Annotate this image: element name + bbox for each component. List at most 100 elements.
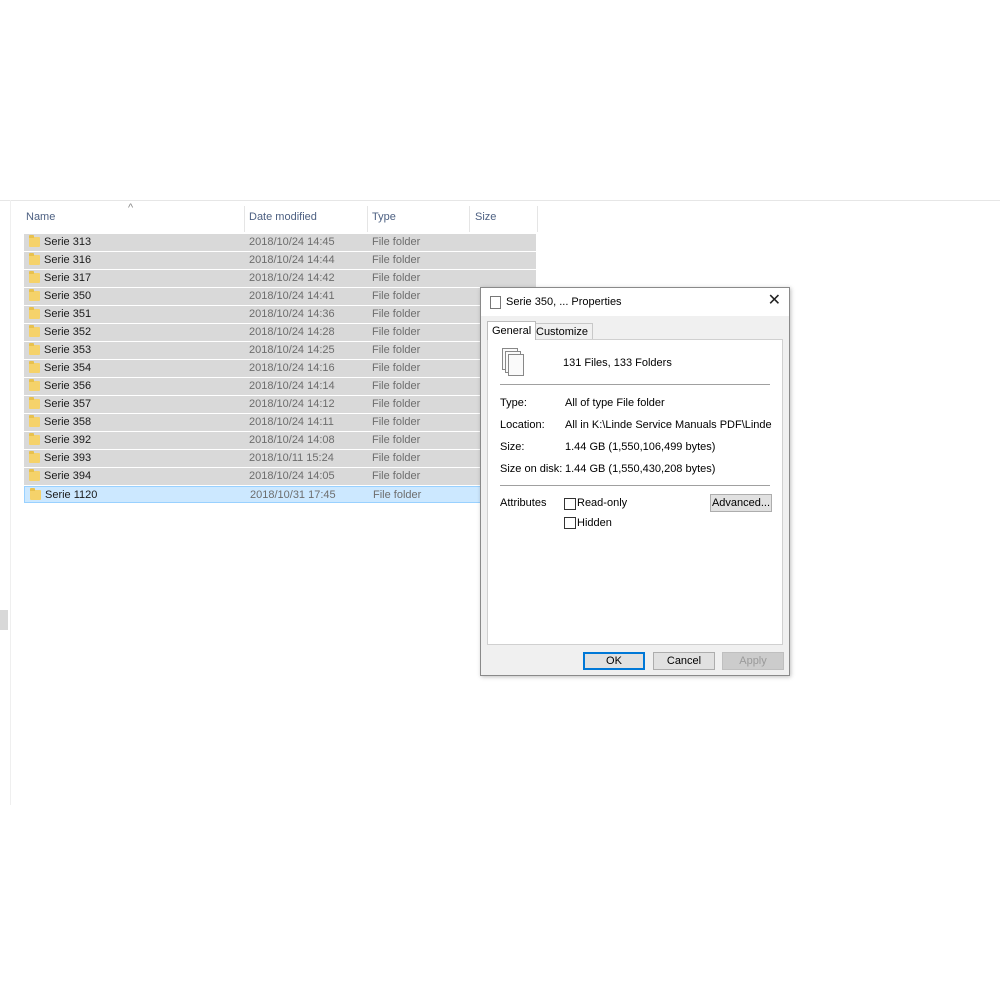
folder-icon: [30, 488, 41, 500]
row-name: Serie 313: [44, 236, 92, 248]
row-name: Serie 356: [44, 380, 92, 392]
ok-button[interactable]: OK: [583, 652, 645, 670]
row-name: Serie 317: [44, 272, 92, 284]
column-header-name[interactable]: Name: [26, 210, 55, 232]
row-name: Serie 354: [44, 362, 92, 374]
row-type: File folder: [373, 489, 422, 501]
table-row[interactable]: Serie 356 2018/10/24 14:14 File folder: [24, 378, 536, 395]
location-label: Location:: [500, 419, 545, 431]
folder-icon: [29, 343, 40, 355]
row-type: File folder: [372, 236, 421, 248]
folder-icon: [29, 397, 40, 409]
row-date-modified: 2018/10/24 14:41: [249, 290, 335, 302]
row-name: Serie 351: [44, 308, 92, 320]
row-type: File folder: [372, 344, 421, 356]
table-row[interactable]: Serie 351 2018/10/24 14:36 File folder: [24, 306, 536, 323]
tab-customize[interactable]: Customize: [531, 323, 593, 340]
folder-icon: [29, 307, 40, 319]
file-folder-count: 131 Files, 133 Folders: [563, 357, 672, 369]
hidden-label[interactable]: Hidden: [577, 517, 612, 529]
divider: [500, 485, 770, 486]
table-row[interactable]: Serie 358 2018/10/24 14:11 File folder: [24, 414, 536, 431]
table-row[interactable]: Serie 353 2018/10/24 14:25 File folder: [24, 342, 536, 359]
sort-ascending-icon: ^: [128, 202, 134, 214]
size-value: 1.44 GB (1,550,106,499 bytes): [565, 441, 716, 453]
row-type: File folder: [372, 416, 421, 428]
row-type: File folder: [372, 470, 421, 482]
type-value: All of type File folder: [565, 397, 665, 409]
row-type: File folder: [372, 398, 421, 410]
column-header-size[interactable]: Size: [475, 210, 496, 232]
column-separator[interactable]: [469, 206, 470, 232]
row-name: Serie 393: [44, 452, 92, 464]
folder-icon: [29, 379, 40, 391]
row-date-modified: 2018/10/24 14:05: [249, 470, 335, 482]
table-row[interactable]: Serie 1120 2018/10/31 17:45 File folder: [24, 486, 536, 503]
dialog-title: Serie 350, ... Properties: [506, 296, 622, 308]
read-only-checkbox[interactable]: [564, 498, 576, 510]
table-row[interactable]: Serie 392 2018/10/24 14:08 File folder: [24, 432, 536, 449]
file-list: ^ Name Date modified Type Size Serie 313…: [22, 200, 542, 503]
row-date-modified: 2018/10/24 14:08: [249, 434, 335, 446]
row-name: Serie 353: [44, 344, 92, 356]
row-date-modified: 2018/10/24 14:11: [249, 416, 334, 428]
row-type: File folder: [372, 362, 421, 374]
row-type: File folder: [372, 272, 421, 284]
row-type: File folder: [372, 326, 421, 338]
folder-icon: [29, 235, 40, 247]
row-date-modified: 2018/10/24 14:16: [249, 362, 335, 374]
location-value: All in K:\Linde Service Manuals PDF\Lind…: [565, 419, 775, 431]
column-separator[interactable]: [367, 206, 368, 232]
table-row[interactable]: Serie 313 2018/10/24 14:45 File folder: [24, 234, 536, 251]
hidden-checkbox[interactable]: [564, 517, 576, 529]
folder-icon: [29, 469, 40, 481]
table-row[interactable]: Serie 394 2018/10/24 14:05 File folder: [24, 468, 536, 485]
row-date-modified: 2018/10/24 14:36: [249, 308, 335, 320]
table-row[interactable]: Serie 352 2018/10/24 14:28 File folder: [24, 324, 536, 341]
close-button[interactable]: ✕: [768, 293, 781, 309]
row-name: Serie 350: [44, 290, 92, 302]
table-row[interactable]: Serie 357 2018/10/24 14:12 File folder: [24, 396, 536, 413]
attributes-label: Attributes: [500, 497, 547, 509]
general-tab-panel: 131 Files, 133 Folders Type: All of type…: [487, 339, 783, 645]
folder-icon: [29, 271, 40, 283]
row-date-modified: 2018/10/24 14:28: [249, 326, 335, 338]
row-type: File folder: [372, 290, 421, 302]
tab-general[interactable]: General: [487, 321, 537, 340]
folder-icon: [29, 433, 40, 445]
row-date-modified: 2018/10/24 14:14: [249, 380, 335, 392]
row-name: Serie 392: [44, 434, 92, 446]
row-date-modified: 2018/10/31 17:45: [250, 489, 336, 501]
advanced-button[interactable]: Advanced...: [710, 494, 772, 512]
row-type: File folder: [372, 380, 421, 392]
read-only-label[interactable]: Read-only: [577, 497, 627, 509]
size-label: Size:: [500, 441, 525, 453]
row-type: File folder: [372, 452, 421, 464]
row-date-modified: 2018/10/24 14:45: [249, 236, 335, 248]
multiple-documents-icon: [490, 293, 504, 309]
table-row[interactable]: Serie 316 2018/10/24 14:44 File folder: [24, 252, 536, 269]
dialog-titlebar[interactable]: Serie 350, ... Properties ✕: [481, 288, 789, 316]
column-header-type[interactable]: Type: [372, 210, 396, 232]
table-row[interactable]: Serie 354 2018/10/24 14:16 File folder: [24, 360, 536, 377]
size-on-disk-label: Size on disk:: [500, 463, 563, 475]
row-date-modified: 2018/10/24 14:25: [249, 344, 335, 356]
row-date-modified: 2018/10/11 15:24: [249, 452, 334, 464]
navigation-pane-scroll-marker: [0, 610, 8, 630]
column-header-date-modified[interactable]: Date modified: [249, 210, 317, 232]
divider: [500, 384, 770, 385]
row-date-modified: 2018/10/24 14:42: [249, 272, 335, 284]
folder-icon: [29, 253, 40, 265]
column-separator[interactable]: [244, 206, 245, 232]
table-row[interactable]: Serie 393 2018/10/11 15:24 File folder: [24, 450, 536, 467]
table-row[interactable]: Serie 350 2018/10/24 14:41 File folder: [24, 288, 536, 305]
apply-button[interactable]: Apply: [722, 652, 784, 670]
folder-icon: [29, 415, 40, 427]
table-row[interactable]: Serie 317 2018/10/24 14:42 File folder: [24, 270, 536, 287]
file-rows: Serie 313 2018/10/24 14:45 File folder Seri…: [24, 234, 536, 504]
cancel-button[interactable]: Cancel: [653, 652, 715, 670]
multiple-files-icon: [502, 348, 526, 378]
row-name: Serie 357: [44, 398, 92, 410]
column-separator[interactable]: [537, 206, 538, 232]
folder-icon: [29, 451, 40, 463]
